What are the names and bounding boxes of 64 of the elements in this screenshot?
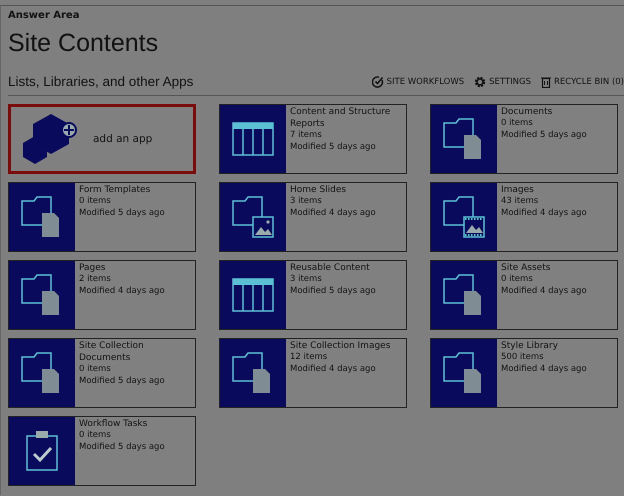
app-tile[interactable]: Documents 0 items Modified 5 days ago — [430, 104, 618, 174]
item-count: 0 items — [79, 364, 112, 376]
page-title: Site Contents — [8, 29, 160, 58]
item-count: 43 items — [501, 196, 540, 208]
item-count: 7 items — [290, 130, 323, 142]
tile-title: Style Library — [501, 340, 559, 352]
toolbar-link[interactable]: SITE WORKFLOWS — [372, 76, 464, 88]
tile-title: add an app — [93, 133, 152, 145]
modified-date: Modified 5 days ago — [79, 208, 165, 220]
tile-title: Workflow Tasks — [79, 418, 148, 430]
app-tile[interactable]: Site Collection Documents 0 items Modified 5 days ago — [8, 338, 196, 408]
tile-title: Pages — [79, 262, 106, 274]
item-count: 12 items — [290, 352, 328, 364]
table-icon — [232, 122, 274, 156]
modified-date: Modified 4 days ago — [290, 208, 376, 220]
modified-date: Modified 4 days ago — [290, 364, 377, 376]
tile-title: Content and Structure Reports — [290, 106, 392, 130]
modified-date: Modified 4 days ago — [501, 208, 587, 220]
tile-title: Site Collection Documents — [79, 340, 145, 364]
modified-date: Modified 4 days ago — [501, 286, 587, 298]
tile-title: Site Collection Images — [290, 340, 390, 352]
modified-date: Modified 5 days ago — [79, 376, 166, 388]
heading: Answer Area — [8, 10, 80, 21]
app-tile[interactable]: Content and Structure Reports 7 items Modified 5 days ago — [219, 104, 407, 174]
item-count: 0 items — [79, 430, 112, 442]
app-tile[interactable]: Workflow Tasks 0 items Modified 5 days ago — [8, 416, 196, 486]
section-title: Lists, Libraries, and other Apps — [8, 74, 194, 89]
folder-image-icon — [231, 195, 275, 239]
app-tile[interactable]: Site Assets 0 items Modified 4 days ago — [430, 260, 618, 330]
app-tile[interactable]: Style Library 500 items Modified 4 days ago — [430, 338, 618, 408]
table-icon — [232, 278, 274, 312]
tile-title: Reusable Content — [290, 262, 371, 274]
toolbar-link[interactable]: SETTINGS — [474, 76, 532, 88]
modified-date: Modified 5 days ago — [79, 442, 165, 454]
app-tile[interactable]: Site Collection Images 12 items Modified 4 days ago — [219, 338, 407, 408]
item-count: 3 items — [290, 274, 323, 286]
tile-title: Form Templates — [79, 184, 152, 196]
item-count: 2 items — [79, 274, 112, 286]
modified-date: Modified 4 days ago — [79, 286, 165, 298]
modified-date: Modified 4 days ago — [501, 364, 587, 376]
recycle-bin-icon — [541, 76, 552, 88]
app-tile[interactable]: Images 43 items Modified 4 days ago — [430, 182, 618, 252]
tile-title: Home Slides — [290, 184, 348, 196]
settings-icon — [474, 76, 486, 88]
folder-film-icon — [442, 195, 486, 239]
modified-date: Modified 5 days ago — [290, 142, 377, 154]
modified-date: Modified 5 days ago — [290, 286, 376, 298]
app-tile[interactable]: Reusable Content 3 items Modified 5 days ago — [219, 260, 407, 330]
app-tile[interactable]: Form Templates 0 items Modified 5 days ago — [8, 182, 196, 252]
clipboard-check-icon — [25, 430, 59, 472]
item-count: 500 items — [501, 352, 545, 364]
add-app-tile[interactable]: add an app — [8, 104, 196, 174]
item-count: 0 items — [79, 196, 112, 208]
app-tile[interactable]: Pages 2 items Modified 4 days ago — [8, 260, 196, 330]
item-count: 3 items — [290, 196, 323, 208]
tile-title: Images — [501, 184, 535, 196]
check-circle-icon — [372, 76, 384, 88]
toolbar-link[interactable]: RECYCLE BIN (0) — [541, 76, 624, 88]
tile-title: Documents — [501, 106, 554, 118]
item-count: 0 items — [501, 274, 534, 286]
app-tile[interactable]: Home Slides 3 items Modified 4 days ago — [219, 182, 407, 252]
tile-title: Site Assets — [501, 262, 552, 274]
item-count: 0 items — [501, 118, 534, 130]
modified-date: Modified 5 days ago — [501, 130, 587, 142]
